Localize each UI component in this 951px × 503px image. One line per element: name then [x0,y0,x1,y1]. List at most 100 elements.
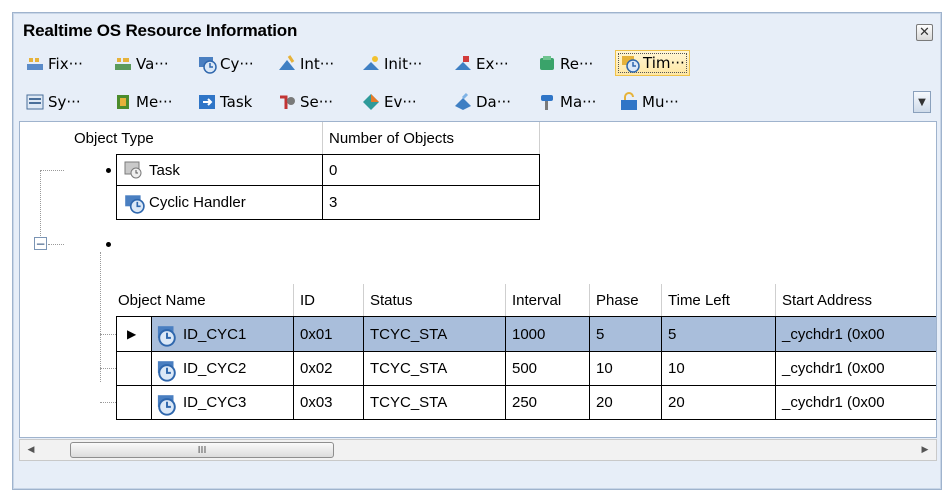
tb-system-button[interactable]: Sy··· [23,89,83,115]
header-label: Interval [512,291,562,309]
tree-bullet [106,242,111,247]
tb-label: Int··· [300,55,335,73]
summary-row-task-type[interactable]: Task [116,154,323,186]
tb-fixed-pool-button[interactable]: Fix··· [23,51,85,77]
object-phase: 5 [596,325,605,343]
tb-label: Cy··· [220,55,254,73]
cyclic-handler-icon [199,57,217,74]
tb-label: Ex··· [476,55,509,73]
tb-init-button[interactable]: Init··· [359,51,424,77]
col-header-object-type[interactable]: Object Type [68,122,323,154]
horizontal-scrollbar[interactable]: ◀ III ▶ [19,439,937,461]
semaphore-icon [280,95,295,109]
col-header-time-left[interactable]: Time Left [662,284,776,316]
col-header-start-address[interactable]: Start Address [776,284,936,316]
tb-exception-button[interactable]: Ex··· [451,51,511,77]
col-header-phase[interactable]: Phase [590,284,662,316]
task-icon [199,95,215,109]
tb-label: Re··· [560,55,594,73]
cell-object-name[interactable]: ID_CYC2 [152,352,294,386]
exception-icon [455,56,471,70]
tb-label: Init··· [384,55,423,73]
close-button[interactable]: ✕ [916,24,933,41]
col-header-interval[interactable]: Interval [506,284,590,316]
toolbar-overflow-button[interactable]: ▼ [913,91,931,113]
cyclic-handler-icon [157,326,176,347]
object-status: TCYC_STA [370,394,448,411]
tb-variable-pool-button[interactable]: Va··· [111,51,171,77]
tree-bullet [106,168,111,173]
object-time-left: 5 [668,325,677,343]
dataqueue-icon [455,92,471,110]
task-icon [124,161,142,179]
header-label: Object Type [74,129,154,147]
cell-object-name[interactable]: ID_CYC3 [152,386,294,420]
object-status: TCYC_STA [370,360,448,377]
tb-mutex-button[interactable]: Mu··· [617,89,681,115]
tree-connector [100,334,116,335]
object-interval: 250 [512,394,538,411]
tb-interrupt-button[interactable]: Int··· [275,51,336,77]
cell-id: 0x01 [294,316,364,352]
tb-task-button[interactable]: Task [195,89,254,115]
arrow-right-icon: ▶ [921,445,929,455]
cell-time-left: 5 [662,316,776,352]
resource-info-window: Realtime OS Resource Information ✕ Fix··… [12,12,942,490]
cyclic-handler-icon [157,394,176,416]
interrupt-icon [279,55,295,70]
header-label: Object Name [118,291,206,309]
tree-connector [100,368,116,369]
tb-memory-button[interactable]: Me··· [111,89,174,115]
summary-type-label: Cyclic Handler [149,194,246,211]
col-header-number-of-objects[interactable]: Number of Objects [323,122,540,154]
tb-cyclic-button[interactable]: Cy··· [195,51,256,77]
cell-interval: 1000 [506,316,590,352]
tb-label: Da··· [476,93,512,111]
collapse-toggle[interactable]: − [34,237,47,250]
tb-label: Se··· [300,93,334,111]
tb-dataqueue-button[interactable]: Da··· [451,89,513,115]
header-label: Time Left [668,291,730,309]
resource-tree-view[interactable]: Object Type Number of Objects Task 0 − C… [19,121,937,438]
tb-ready-queue-button[interactable]: Re··· [535,51,595,77]
tb-timer-button[interactable]: Tim··· [615,50,690,76]
col-header-object-name[interactable]: Object Name [112,284,294,316]
cell-start-address: _cychdr1 (0x00 [776,352,936,386]
cell-start-address: _cychdr1 (0x00 [776,316,936,352]
tb-label: Ev··· [384,93,417,111]
mailbox-icon [541,95,553,110]
tb-semaphore-button[interactable]: Se··· [275,89,335,115]
scroll-left-button[interactable]: ◀ [22,440,40,460]
summary-row-cyclic-type[interactable]: Cyclic Handler [116,186,323,220]
system-icon [26,94,44,110]
scroll-right-button[interactable]: ▶ [916,440,934,460]
tree-connector [40,170,41,244]
tree-connector [100,252,101,382]
tb-label: Task [220,93,253,111]
header-label: Number of Objects [329,129,455,147]
object-id: 0x03 [300,394,333,411]
variable-pool-icon [115,58,131,70]
cell-phase: 20 [590,386,662,420]
col-header-id[interactable]: ID [294,284,364,316]
object-phase: 10 [596,360,613,377]
cell-object-name[interactable]: ID_CYC1 [152,316,294,352]
cell-status: TCYC_STA [364,352,506,386]
init-routine-icon [363,56,379,70]
tb-eventflag-button[interactable]: Ev··· [359,89,419,115]
object-start-address: _cychdr1 (0x00 [782,325,885,343]
tb-mailbox-button[interactable]: Ma··· [535,89,598,115]
object-interval: 500 [512,360,538,377]
cell-time-left: 10 [662,352,776,386]
col-header-status[interactable]: Status [364,284,506,316]
cyclic-handler-icon [125,194,145,214]
object-name: ID_CYC1 [183,325,247,343]
tb-label: Me··· [136,93,173,111]
title-bar: Realtime OS Resource Information ✕ [13,13,941,49]
mutex-icon [621,92,637,110]
tree-connector [48,244,64,245]
scroll-thumb[interactable]: III [70,442,334,458]
cyclic-handler-icon [157,360,176,382]
cell-interval: 500 [506,352,590,386]
header-label: Start Address [782,291,873,309]
